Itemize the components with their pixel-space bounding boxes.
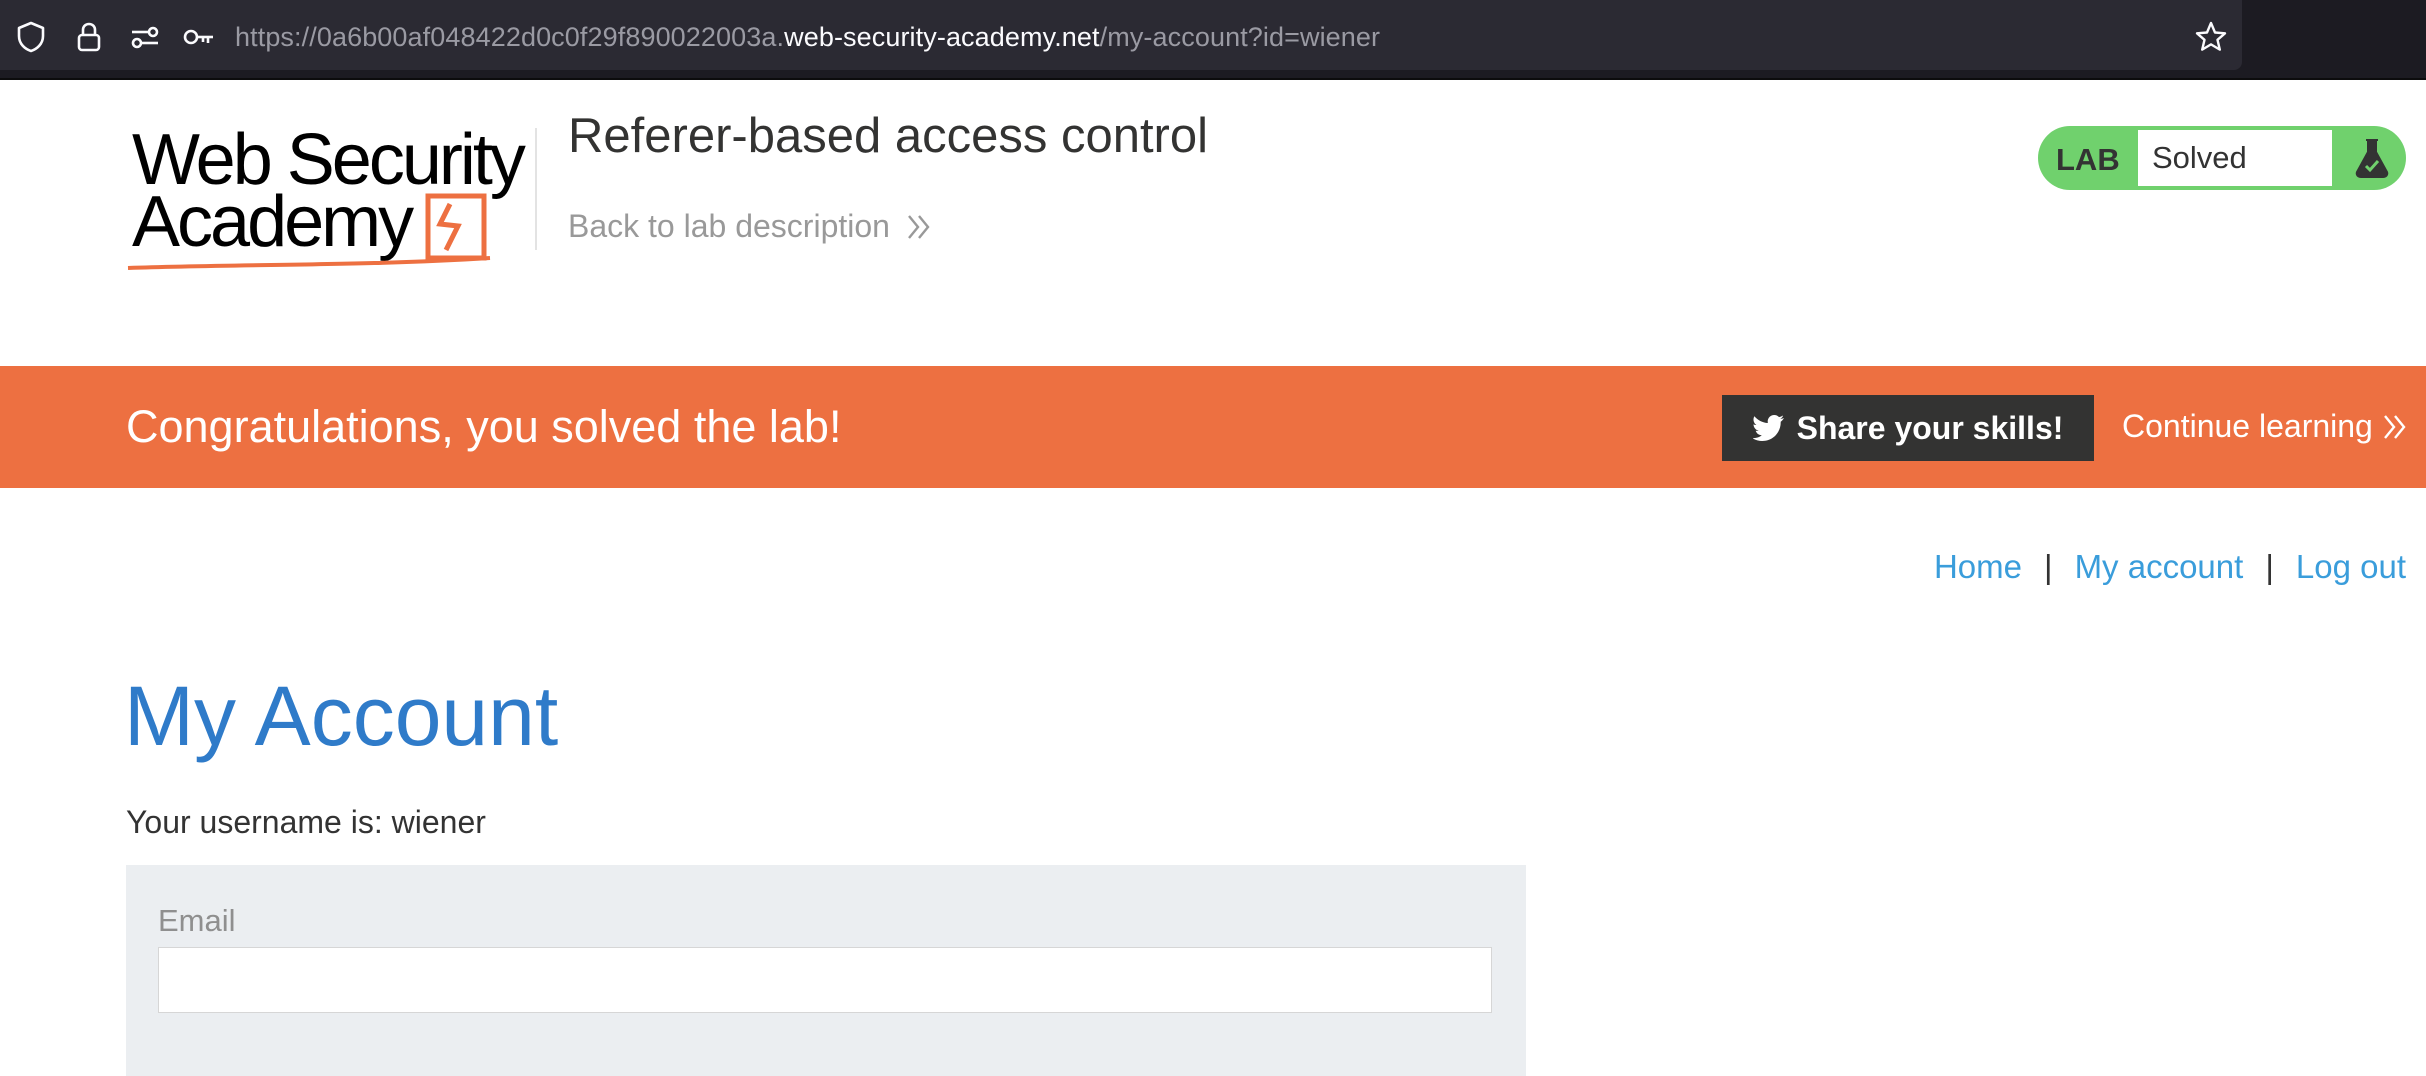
browser-toolbar: https://0a6b00af048422d0c0f29f890022003a… <box>0 0 2426 80</box>
lab-status-text: Solved <box>2138 130 2332 186</box>
nav-separator: | <box>2265 548 2274 585</box>
back-link-label: Back to lab description <box>568 208 890 244</box>
change-email-form: Email <box>126 865 1526 1076</box>
key-icon[interactable] <box>182 20 216 54</box>
nav-separator: | <box>2043 548 2053 585</box>
shield-icon[interactable] <box>14 20 48 54</box>
lab-status-badge: LAB Solved <box>2038 126 2406 190</box>
academy-logo[interactable]: Web Security Academy <box>124 120 534 270</box>
header-divider <box>535 128 537 250</box>
continue-learning-label: Continue learning <box>2122 408 2373 444</box>
share-button-label: Share your skills! <box>1796 409 2064 446</box>
bookmark-star-icon[interactable] <box>2194 20 2228 54</box>
congratulations-message: Congratulations, you solved the lab! <box>126 401 842 452</box>
continue-learning-link[interactable]: Continue learning <box>2122 408 2407 445</box>
account-nav: Home | My account | Log out <box>1934 548 2406 586</box>
lab-badge-label: LAB <box>2056 142 2120 177</box>
toolbar-divider <box>0 78 2426 80</box>
address-bar[interactable]: https://0a6b00af048422d0c0f29f890022003a… <box>0 0 2242 70</box>
url-prefix: https://0a6b00af048422d0c0f29f890022003a… <box>235 22 785 52</box>
flask-icon <box>2355 139 2389 178</box>
lab-title: Referer-based access control <box>568 109 1209 163</box>
url-text[interactable]: https://0a6b00af048422d0c0f29f890022003a… <box>235 22 1380 53</box>
url-path: /my-account?id=wiener <box>1099 22 1381 52</box>
nav-home-link[interactable]: Home <box>1934 548 2022 586</box>
email-label: Email <box>158 903 236 938</box>
twitter-icon <box>1752 415 1784 441</box>
username-text: Your username is: wiener <box>126 804 486 840</box>
double-chevron-right-icon <box>908 214 930 239</box>
page-title: My Account <box>124 669 559 763</box>
lock-icon[interactable] <box>72 20 106 54</box>
site-permissions-icon[interactable] <box>128 20 162 54</box>
nav-my-account-link[interactable]: My account <box>2075 548 2244 586</box>
nav-log-out-link[interactable]: Log out <box>2296 548 2406 586</box>
double-chevron-right-icon <box>2383 414 2406 439</box>
url-host: web-security-academy.net <box>784 22 1100 52</box>
logo-mark-icon <box>127 193 491 270</box>
solved-banner: Congratulations, you solved the lab! Sha… <box>0 366 2426 488</box>
email-input[interactable] <box>158 947 1492 1013</box>
share-skills-button[interactable]: Share your skills! <box>1722 395 2094 461</box>
back-to-lab-description-link[interactable]: Back to lab description <box>568 208 932 245</box>
